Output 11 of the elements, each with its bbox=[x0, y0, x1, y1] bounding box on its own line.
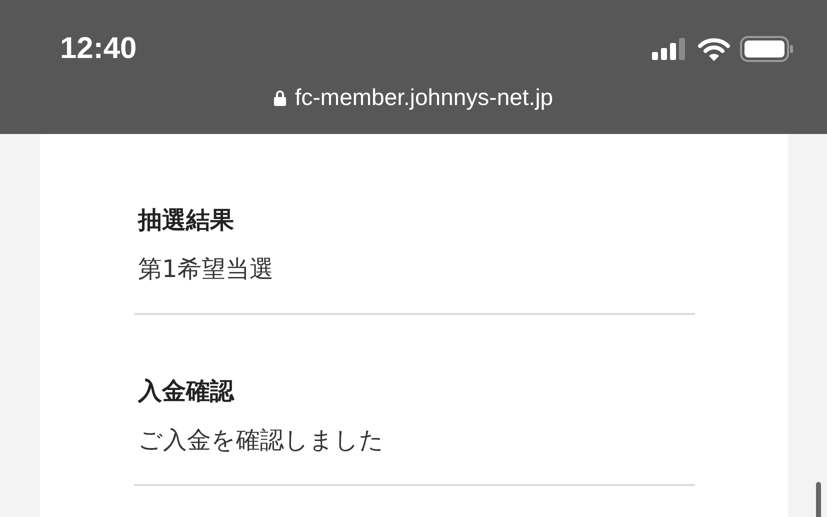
section-heading: 入金確認 bbox=[138, 376, 236, 407]
section-value: 第1希望当選 bbox=[138, 254, 274, 285]
wifi-icon bbox=[698, 37, 730, 61]
battery-icon bbox=[740, 36, 794, 62]
url-text[interactable]: fc-member.johnnys-net.jp bbox=[294, 84, 554, 111]
signal-icon bbox=[652, 38, 688, 60]
section-heading: 抽選結果 bbox=[138, 205, 235, 236]
clock-time: 12:40 bbox=[60, 32, 137, 66]
section-value: ご入金を確認しました bbox=[138, 425, 385, 456]
scrollbar bbox=[816, 482, 821, 517]
lock-icon bbox=[274, 90, 286, 106]
